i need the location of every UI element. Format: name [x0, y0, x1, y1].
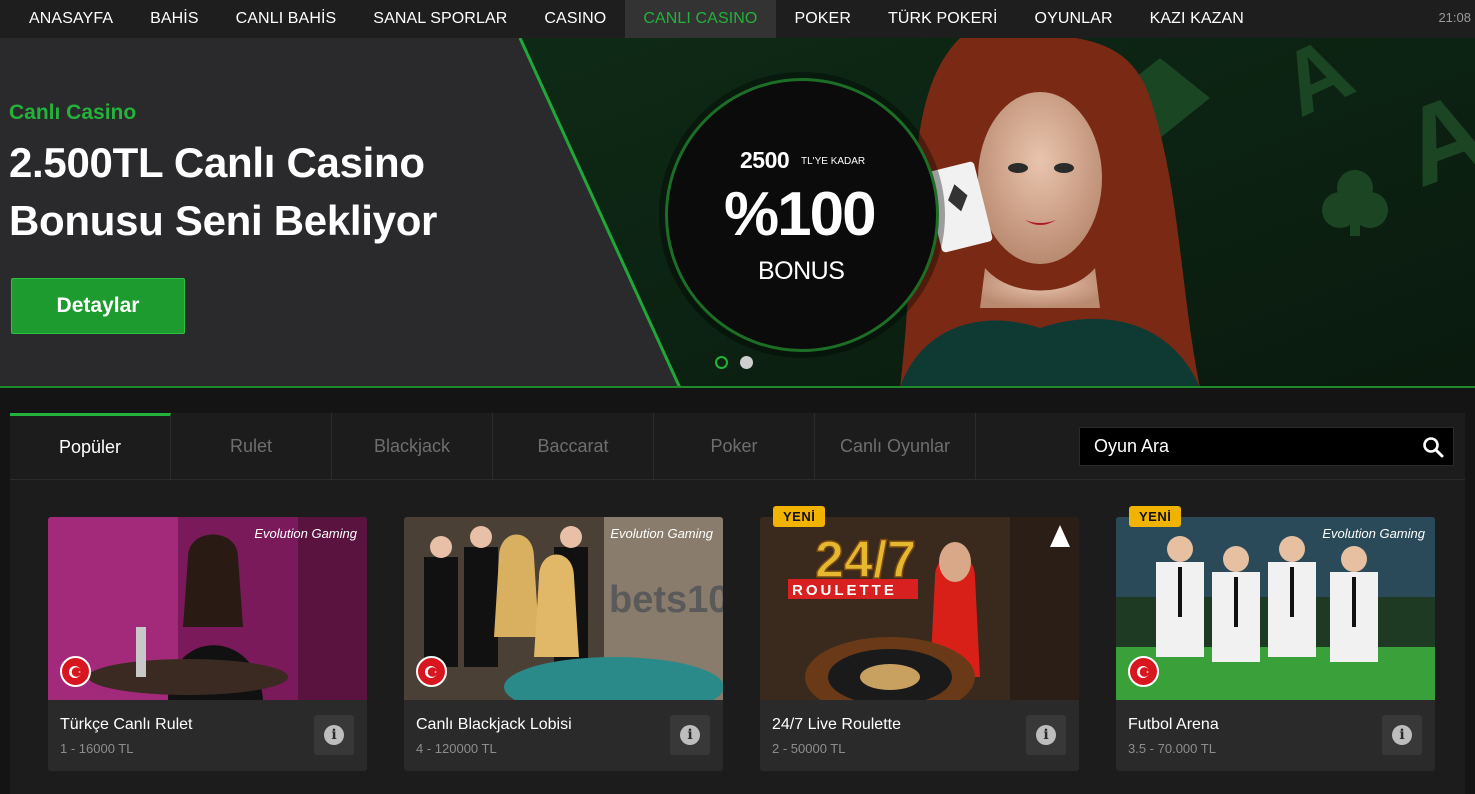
category-tabs: Popüler Rulet Blackjack Baccarat Poker C…	[10, 413, 976, 479]
game-search	[1079, 427, 1454, 466]
bonus-amount: 2500	[740, 147, 790, 173]
banner-kicker: Canlı Casino	[9, 101, 137, 124]
info-icon: i	[324, 725, 344, 745]
info-button[interactable]: i	[670, 715, 710, 755]
game-thumbnail: 24/7 ROULETTE	[760, 517, 1079, 700]
info-icon: i	[1392, 725, 1412, 745]
top-nav: ANASAYFA BAHİS CANLI BAHİS SANAL SPORLAR…	[0, 0, 1475, 38]
game-thumbnail: Evolution Gaming	[1116, 517, 1435, 700]
nav-item-casino[interactable]: CASINO	[526, 0, 625, 38]
game-card-canli-blackjack-lobisi[interactable]: bets10 Evolution Gaming Canlı Blackjack …	[404, 517, 723, 771]
banner-headline-line1: 2.500TL Canlı Casino	[9, 139, 425, 186]
provider-logo: Evolution Gaming	[254, 526, 357, 541]
banner-headline: 2.500TL Canlı Casino Bonusu Seni Bekliyo…	[9, 134, 437, 250]
nav-item-poker[interactable]: POKER	[776, 0, 870, 38]
bonus-percent: %100	[724, 180, 877, 249]
slider-dots	[715, 356, 753, 369]
games-panel: Popüler Rulet Blackjack Baccarat Poker C…	[10, 413, 1465, 794]
bets10-logo: bets10	[609, 579, 723, 621]
turkey-flag-icon	[1128, 656, 1159, 687]
nav-item-kazi-kazan[interactable]: KAZI KAZAN	[1131, 0, 1262, 38]
slider-dot-2[interactable]	[740, 356, 753, 369]
info-button[interactable]: i	[314, 715, 354, 755]
game-title: Futbol Arena	[1128, 716, 1219, 733]
info-button[interactable]: i	[1382, 715, 1422, 755]
game-limits: 4 - 120000 TL	[416, 741, 497, 756]
game-card-24-7-live-roulette[interactable]: YENİ 24/7 ROULETTE 24/7 Live Roulette 2 …	[760, 506, 1079, 771]
bonus-amount-sub: TL'YE KADAR	[801, 156, 866, 167]
info-icon: i	[1036, 725, 1056, 745]
tab-blackjack[interactable]: Blackjack	[332, 413, 493, 479]
tab-baccarat[interactable]: Baccarat	[493, 413, 654, 479]
game-limits: 1 - 16000 TL	[60, 741, 134, 756]
tab-populer[interactable]: Popüler	[10, 413, 171, 479]
game-card-futbol-arena[interactable]: YENİ Evolution Gaming Futbol Arena 3.5 -…	[1116, 506, 1435, 771]
promo-banner[interactable]: A A Canlı Casino 2.500TL Canlı Casino Bo…	[0, 38, 1475, 388]
details-button[interactable]: Detaylar	[11, 278, 185, 334]
banner-headline-line2: Bonusu Seni Bekliyor	[9, 197, 438, 244]
nav-item-sanal-sporlar[interactable]: SANAL SPORLAR	[355, 0, 526, 38]
nav-item-oyunlar[interactable]: OYUNLAR	[1016, 0, 1131, 38]
nav-item-anasayfa[interactable]: ANASAYFA	[0, 0, 132, 38]
game-title: Canlı Blackjack Lobisi	[416, 716, 572, 733]
bonus-word: BONUS	[758, 257, 845, 285]
nav-item-bahis[interactable]: BAHİS	[132, 0, 218, 38]
tabs-divider	[10, 479, 1465, 480]
clock: 21:08	[1438, 10, 1471, 25]
new-badge: YENİ	[773, 506, 826, 527]
provider-logo: Evolution Gaming	[1322, 526, 1425, 541]
slider-dot-1[interactable]	[715, 356, 728, 369]
tab-poker[interactable]: Poker	[654, 413, 815, 479]
game-thumbnail: bets10 Evolution Gaming	[404, 517, 723, 700]
nav-item-canli-bahis[interactable]: CANLI BAHİS	[217, 0, 355, 38]
game-title: Türkçe Canlı Rulet	[60, 716, 193, 733]
info-button[interactable]: i	[1026, 715, 1066, 755]
nav-item-turk-pokeri[interactable]: TÜRK POKERİ	[869, 0, 1016, 38]
game-card-turkce-canli-rulet[interactable]: Evolution Gaming Türkçe Canlı Rulet 1 - …	[48, 517, 367, 771]
tab-rulet[interactable]: Rulet	[171, 413, 332, 479]
turkey-flag-icon	[416, 656, 447, 687]
provider-logo: Evolution Gaming	[610, 526, 713, 541]
game-thumbnail: Evolution Gaming	[48, 517, 367, 700]
game-search-input[interactable]	[1080, 428, 1413, 465]
new-badge: YENİ	[1129, 506, 1182, 527]
bonus-circle: 2500 TL'YE KADAR %100 BONUS	[665, 78, 939, 352]
nav-item-canli-casino[interactable]: CANLI CASINO	[624, 0, 776, 38]
game-limits: 2 - 50000 TL	[772, 741, 846, 756]
tab-canli-oyunlar[interactable]: Canlı Oyunlar	[815, 413, 976, 479]
art-sub-text: ROULETTE	[792, 582, 897, 599]
turkey-flag-icon	[60, 656, 91, 687]
game-limits: 3.5 - 70.000 TL	[1128, 741, 1216, 756]
info-icon: i	[680, 725, 700, 745]
game-title: 24/7 Live Roulette	[772, 716, 901, 733]
game-cards: Evolution Gaming Türkçe Canlı Rulet 1 - …	[48, 506, 1435, 771]
search-icon[interactable]	[1413, 427, 1453, 466]
